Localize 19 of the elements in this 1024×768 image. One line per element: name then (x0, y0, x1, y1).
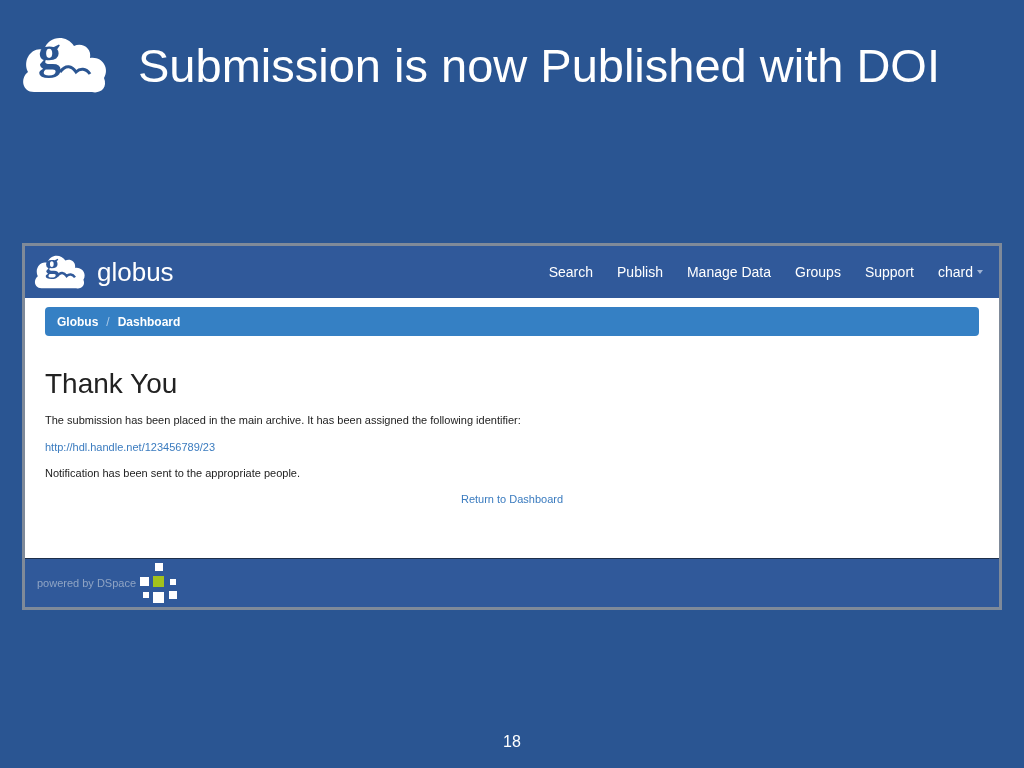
return-to-dashboard-link[interactable]: Return to Dashboard (460, 490, 564, 507)
nav-link[interactable]: Search (548, 261, 593, 283)
breadcrumb-link[interactable]: Globus (57, 312, 99, 331)
footer-text: powered by DSpace (37, 575, 137, 591)
user-menu[interactable]: chard (937, 261, 983, 283)
breadcrumb-link[interactable]: Dashboard (117, 312, 181, 331)
nav-link[interactable]: Manage Data (686, 261, 771, 283)
caret-icon (977, 270, 983, 274)
page-number: 18 (503, 732, 521, 752)
breadcrumb-separator: / (106, 313, 110, 331)
nav-link[interactable]: Publish (617, 261, 663, 283)
brand-name[interactable]: globus (97, 252, 174, 292)
page-heading: Thank You (45, 370, 179, 398)
nav-link[interactable]: Support (864, 261, 914, 283)
identifier-link[interactable]: http://hdl.handle.net/123456789/23 (45, 438, 216, 455)
message-text: The submission has been placed in the main archive. It has been assigned the following identifier: (45, 413, 522, 428)
slide-title: Submission is now Published with DOI (138, 41, 940, 89)
nav-link[interactable]: Groups (795, 261, 841, 283)
notification-text: Notification has been sent to the appropriate people. (45, 466, 301, 481)
